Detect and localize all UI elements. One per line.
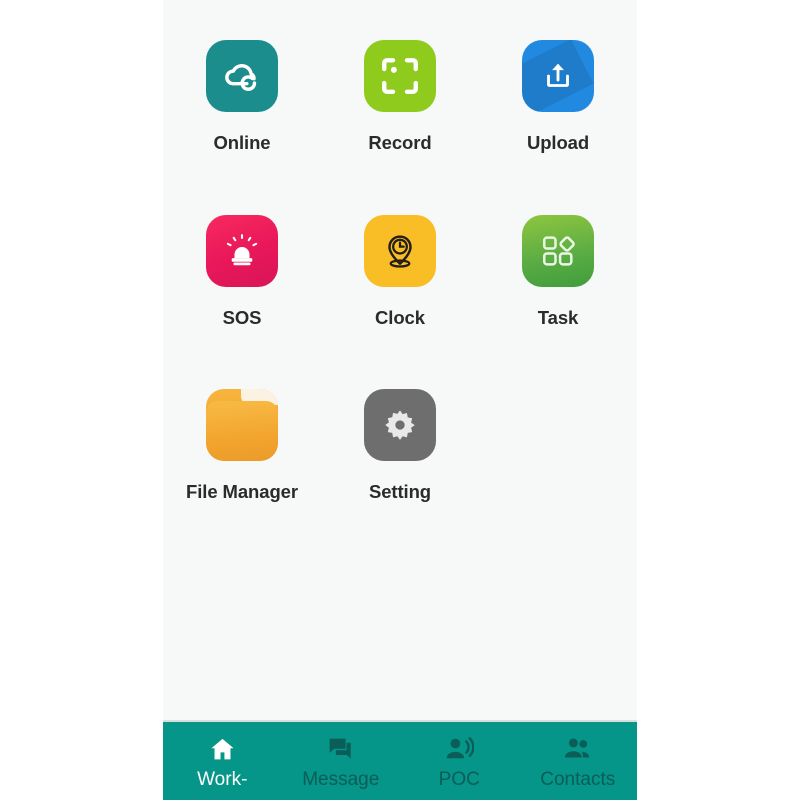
app-label: Setting [369, 481, 431, 502]
cloud-sync-icon [206, 40, 278, 112]
app-tile-setting[interactable]: Setting [321, 389, 479, 502]
shapes-grid-icon [522, 214, 594, 287]
app-grid: Online Record Upload SOS Clock Task File… [163, 40, 637, 502]
app-label: Upload [526, 132, 590, 153]
nav-label: POC [438, 769, 480, 790]
app-label: Record [368, 132, 432, 153]
folder-icon [206, 389, 278, 461]
nav-label: Message [302, 769, 380, 790]
app-label: SOS [222, 306, 262, 328]
app-tile-upload[interactable]: Upload [479, 40, 637, 153]
app-label: File Manager [186, 481, 298, 502]
app-label: Task [537, 306, 579, 328]
screenshot-root: Online Record Upload SOS Clock Task File… [0, 0, 800, 800]
record-voice-over-icon [445, 734, 474, 764]
app-grid-area: Online Record Upload SOS Clock Task File… [163, 0, 637, 720]
people-group-icon [563, 734, 592, 764]
app-tile-task[interactable]: Task [479, 214, 637, 328]
app-label: Online [213, 132, 271, 153]
home-icon [208, 734, 237, 764]
nav-item-message[interactable]: Message [282, 734, 401, 790]
app-tile-sos[interactable]: SOS [163, 214, 321, 328]
nav-item-contacts[interactable]: Contacts [519, 734, 638, 790]
nav-label: Contacts [540, 769, 616, 790]
scan-frame-icon [364, 40, 436, 112]
gear-icon [364, 389, 436, 461]
bottom-navigation-bar: Work- Message POC Contacts [163, 722, 637, 800]
app-tile-clock[interactable]: Clock [321, 214, 479, 328]
app-tile-online[interactable]: Online [163, 40, 321, 153]
app-tile-file-manager[interactable]: File Manager [163, 389, 321, 502]
phone-viewport: Online Record Upload SOS Clock Task File… [163, 0, 637, 800]
nav-item-poc[interactable]: POC [400, 734, 519, 790]
forum-chat-icon [326, 734, 355, 764]
nav-item-work[interactable]: Work- [163, 734, 282, 790]
app-label: Clock [375, 306, 425, 328]
nav-label: Work- [197, 769, 248, 790]
location-clock-icon [364, 214, 436, 287]
alarm-siren-icon [206, 214, 278, 287]
folder-body [206, 400, 278, 461]
app-tile-record[interactable]: Record [321, 40, 479, 153]
upload-tray-icon [522, 40, 594, 112]
